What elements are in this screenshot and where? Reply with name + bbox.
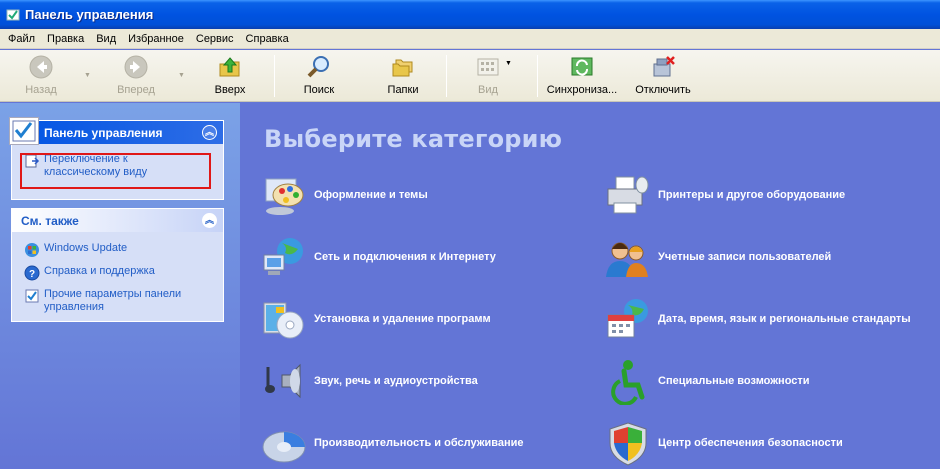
back-arrow-icon <box>28 54 54 80</box>
menu-tools[interactable]: Сервис <box>190 33 240 45</box>
printers-hardware-icon <box>604 171 652 219</box>
windows-update-icon <box>24 242 40 258</box>
toolbar-separator <box>537 55 538 97</box>
view-dropdown-icon[interactable]: ▼ <box>505 60 512 67</box>
control-panel-box-header[interactable]: Панель управления ︽ <box>9 117 223 145</box>
control-panel-box-title: Панель управления <box>44 125 163 140</box>
category-view: Выберите категорию Оформление и темы Сет… <box>240 103 940 469</box>
category-accessibility[interactable]: Специальные возможности <box>604 357 810 406</box>
sync-icon <box>569 54 595 80</box>
category-printers[interactable]: Принтеры и другое оборудование <box>604 171 845 219</box>
svg-text:?: ? <box>29 269 35 280</box>
page-title: Выберите категорию <box>264 125 563 153</box>
toolbar-separator <box>274 55 275 97</box>
performance-maintenance-icon <box>260 419 308 467</box>
control-panel-badge-icon <box>9 117 39 145</box>
collapse-chevron-icon[interactable]: ︽ <box>202 213 217 228</box>
category-security-center[interactable]: Центр обеспечения безопасности <box>604 419 843 467</box>
view-button[interactable]: Вид <box>474 54 502 98</box>
toolbar: Назад ▼ Вперед ▼ Вверх Поиск Папки Вид ▼ <box>0 50 940 102</box>
folders-button[interactable]: Папки <box>384 54 422 98</box>
menu-bar: Файл Правка Вид Избранное Сервис Справка <box>0 29 940 49</box>
category-add-remove[interactable]: Установка и удаление программ <box>260 295 491 343</box>
category-appearance[interactable]: Оформление и темы <box>260 171 428 219</box>
back-dropdown-icon[interactable]: ▼ <box>84 72 91 79</box>
control-panel-icon <box>6 8 20 22</box>
sound-speech-icon <box>260 357 308 405</box>
back-button[interactable]: Назад <box>22 54 60 98</box>
help-icon: ? <box>24 265 40 281</box>
up-button[interactable]: Вверх <box>212 54 248 98</box>
windows-update-link[interactable]: Windows Update <box>24 242 215 258</box>
network-internet-icon <box>260 233 308 281</box>
see-also-title: См. также <box>21 213 79 228</box>
disconnect-button[interactable]: Отключить <box>632 54 694 98</box>
date-time-language-icon <box>604 295 652 343</box>
collapse-chevron-icon[interactable]: ︽ <box>202 125 217 140</box>
forward-dropdown-icon[interactable]: ▼ <box>178 72 185 79</box>
category-date-time-language[interactable]: Дата, время, язык и региональные стандар… <box>604 295 911 343</box>
forward-arrow-icon <box>123 54 149 80</box>
folder-up-icon <box>217 54 243 80</box>
other-options-icon <box>24 288 40 304</box>
disconnect-drive-icon <box>650 54 676 80</box>
user-accounts-icon <box>604 233 652 281</box>
view-grid-icon <box>475 54 501 80</box>
accessibility-icon <box>604 357 652 406</box>
window-title: Панель управления <box>25 7 154 22</box>
sync-button[interactable]: Синхрониза... <box>545 54 619 98</box>
forward-button[interactable]: Вперед <box>114 54 158 98</box>
category-network[interactable]: Сеть и подключения к Интернету <box>260 233 496 281</box>
title-bar: Панель управления <box>0 0 940 29</box>
see-also-links: Windows Update ? Справка и поддержка Про… <box>12 232 223 314</box>
menu-file[interactable]: Файл <box>2 33 41 45</box>
folders-icon <box>390 54 416 80</box>
add-remove-programs-icon <box>260 295 308 343</box>
search-icon <box>306 54 332 80</box>
other-options-link[interactable]: Прочие параметры панели управления <box>24 288 215 314</box>
see-also-box-header[interactable]: См. также ︽ <box>12 209 223 232</box>
help-support-link[interactable]: ? Справка и поддержка <box>24 265 215 281</box>
category-performance[interactable]: Производительность и обслуживание <box>260 419 524 467</box>
security-shield-icon <box>604 419 652 467</box>
menu-view[interactable]: Вид <box>90 33 122 45</box>
menu-edit[interactable]: Правка <box>41 33 90 45</box>
toolbar-separator <box>446 55 447 97</box>
category-user-accounts[interactable]: Учетные записи пользователей <box>604 233 831 281</box>
menu-help[interactable]: Справка <box>240 33 295 45</box>
appearance-themes-icon <box>260 171 308 219</box>
search-button[interactable]: Поиск <box>300 54 338 98</box>
see-also-box: См. также ︽ Windows Update ? Справка и п… <box>11 208 224 322</box>
category-sound[interactable]: Звук, речь и аудиоустройства <box>260 357 478 405</box>
menu-favorites[interactable]: Избранное <box>122 33 190 45</box>
highlight-rectangle <box>20 153 211 189</box>
